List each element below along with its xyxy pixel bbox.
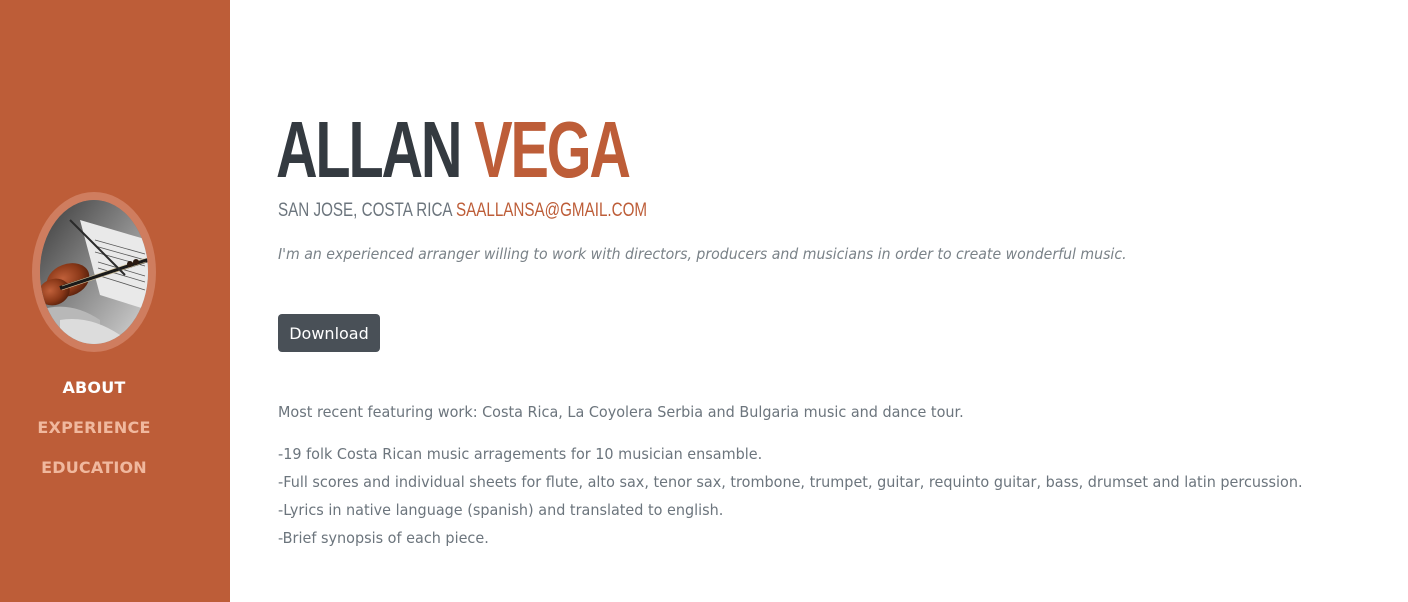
- last-name: VEGA: [474, 105, 631, 194]
- email-link[interactable]: SAALLANSA@GMAIL.COM: [456, 200, 647, 221]
- first-name: ALLAN: [276, 105, 463, 194]
- page-title: ALLAN VEGA: [276, 104, 631, 196]
- list-item: -Brief synopsis of each piece.: [278, 529, 489, 547]
- contact-subheading: SAN JOSE, COSTA RICA SAALLANSA@GMAIL.COM: [278, 198, 647, 224]
- profile-avatar: [40, 200, 148, 344]
- recent-work-text: Most recent featuring work: Costa Rica, …: [278, 403, 964, 421]
- sidebar: ABOUT EXPERIENCE EDUCATION: [0, 0, 230, 602]
- list-item: -19 folk Costa Rican music arragements f…: [278, 445, 763, 463]
- location-text: SAN JOSE, COSTA RICA: [278, 200, 452, 221]
- intro-text: I'm an experienced arranger willing to w…: [278, 245, 1127, 263]
- violin-photo-icon: [40, 200, 148, 344]
- work-details-list: -19 folk Costa Rican music arragements f…: [278, 440, 1303, 552]
- download-button[interactable]: Download: [278, 314, 380, 352]
- nav-item-about[interactable]: ABOUT: [0, 372, 188, 412]
- nav-item-education[interactable]: EDUCATION: [0, 452, 188, 492]
- list-item: -Lyrics in native language (spanish) and…: [278, 501, 724, 519]
- sidebar-nav: ABOUT EXPERIENCE EDUCATION: [0, 372, 188, 492]
- profile-avatar-frame: [32, 192, 156, 352]
- list-item: -Full scores and individual sheets for f…: [278, 473, 1303, 491]
- nav-item-experience[interactable]: EXPERIENCE: [0, 412, 188, 452]
